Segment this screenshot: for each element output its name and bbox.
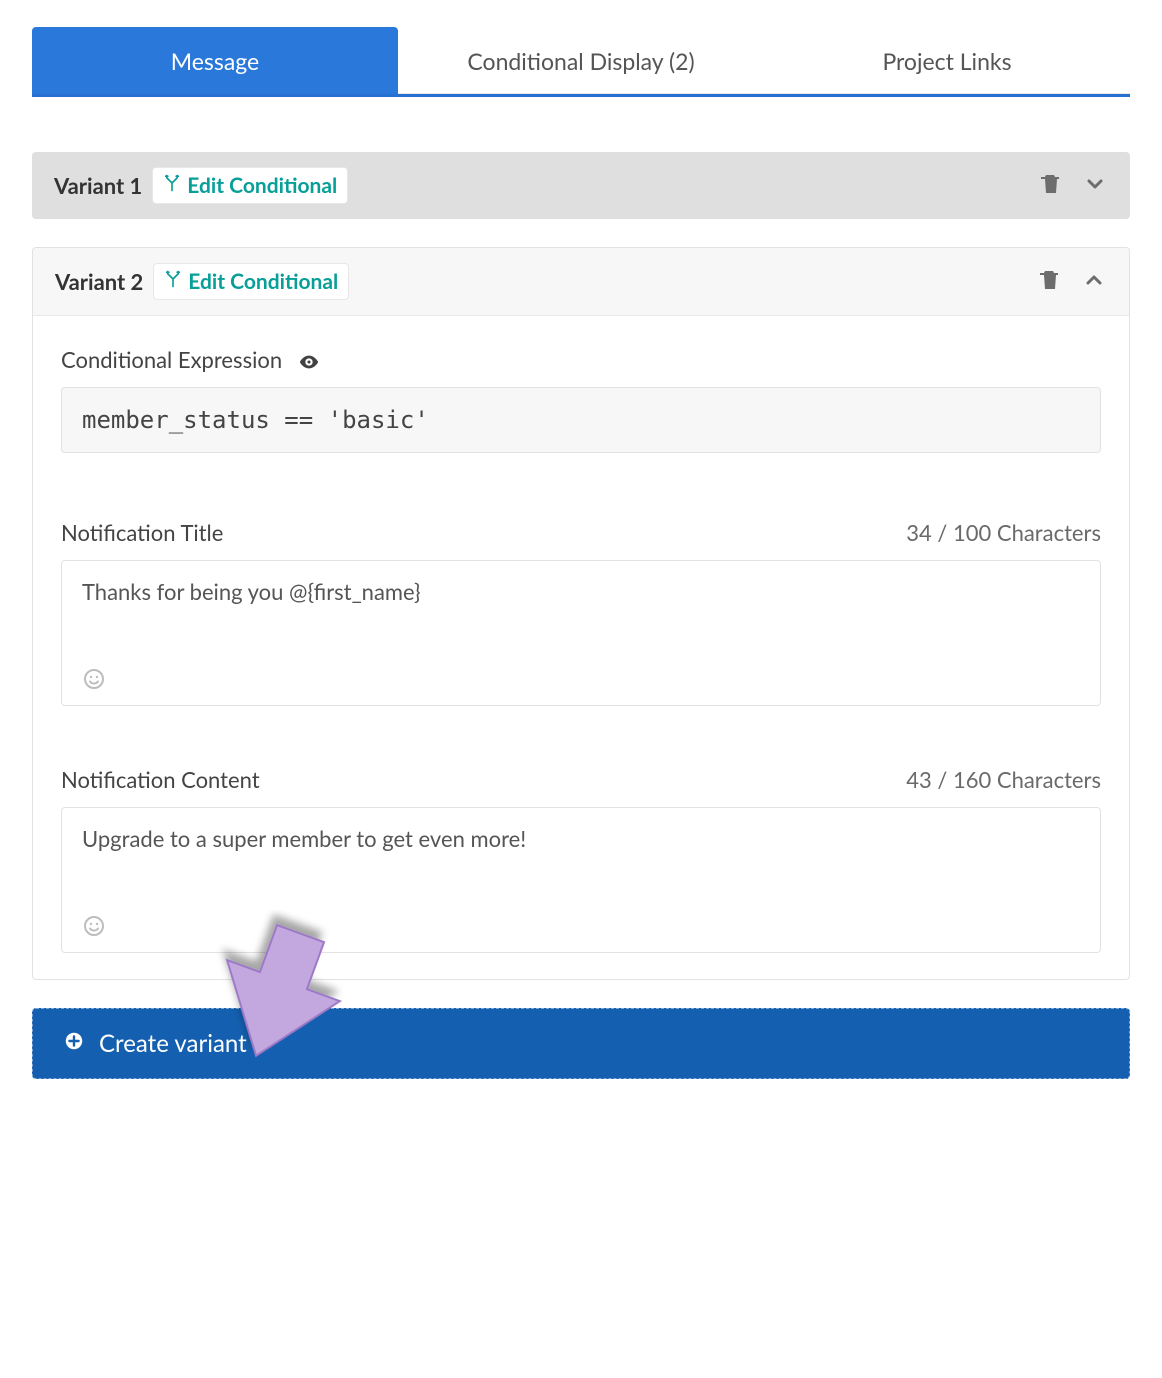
variant-2-body: Conditional Expression member_status == … bbox=[33, 316, 1129, 979]
eye-icon[interactable] bbox=[298, 346, 320, 373]
delete-variant-button[interactable] bbox=[1035, 267, 1065, 297]
conditional-expression-label-row: Conditional Expression bbox=[61, 346, 1101, 373]
edit-conditional-button[interactable]: Edit Conditional bbox=[153, 263, 349, 300]
smile-icon bbox=[82, 923, 106, 942]
tab-bar: Message Conditional Display (2) Project … bbox=[32, 27, 1130, 97]
notification-content-value[interactable]: Upgrade to a super member to get even mo… bbox=[82, 824, 1080, 855]
tab-conditional-display[interactable]: Conditional Display (2) bbox=[398, 27, 764, 94]
trash-icon bbox=[1039, 172, 1063, 200]
delete-variant-button[interactable] bbox=[1036, 171, 1066, 201]
conditional-expression-label: Conditional Expression bbox=[61, 346, 282, 373]
edit-conditional-label: Edit Conditional bbox=[188, 269, 338, 294]
tab-project-links[interactable]: Project Links bbox=[764, 27, 1130, 94]
collapse-variant-button[interactable] bbox=[1079, 267, 1109, 297]
tab-message[interactable]: Message bbox=[32, 27, 398, 94]
emoji-picker-button[interactable] bbox=[82, 923, 106, 942]
variant-2-title: Variant 2 bbox=[55, 268, 143, 295]
emoji-picker-button[interactable] bbox=[82, 676, 106, 695]
variant-1-header: Variant 1 Edit Conditional bbox=[32, 152, 1130, 219]
notification-title-counter: 34 / 100 Characters bbox=[906, 519, 1101, 546]
notification-title-label-row: Notification Title 34 / 100 Characters bbox=[61, 519, 1101, 546]
branch-icon bbox=[163, 173, 181, 198]
chevron-up-icon bbox=[1082, 268, 1106, 296]
main-panel: Variant 1 Edit Conditional Variant 2 Edi… bbox=[0, 97, 1162, 1089]
variant-1-title: Variant 1 bbox=[54, 172, 142, 199]
plus-circle-icon bbox=[63, 1029, 85, 1058]
notification-content-label: Notification Content bbox=[61, 766, 260, 793]
notification-content-label-row: Notification Content 43 / 160 Characters bbox=[61, 766, 1101, 793]
notification-title-value[interactable]: Thanks for being you @{first_name} bbox=[82, 577, 1080, 608]
edit-conditional-label: Edit Conditional bbox=[187, 173, 337, 198]
edit-conditional-button[interactable]: Edit Conditional bbox=[152, 167, 348, 204]
notification-content-counter: 43 / 160 Characters bbox=[906, 766, 1101, 793]
branch-icon bbox=[164, 269, 182, 294]
notification-title-field[interactable]: Thanks for being you @{first_name} bbox=[61, 560, 1101, 706]
notification-content-field[interactable]: Upgrade to a super member to get even mo… bbox=[61, 807, 1101, 953]
expand-variant-button[interactable] bbox=[1080, 171, 1110, 201]
notification-title-label: Notification Title bbox=[61, 519, 223, 546]
create-variant-label: Create variant bbox=[99, 1029, 247, 1058]
chevron-down-icon bbox=[1083, 172, 1107, 200]
variant-2-card: Variant 2 Edit Conditional Conditional E… bbox=[32, 247, 1130, 980]
variant-2-header: Variant 2 Edit Conditional bbox=[33, 248, 1129, 316]
smile-icon bbox=[82, 676, 106, 695]
conditional-expression-value[interactable]: member_status == 'basic' bbox=[61, 387, 1101, 453]
create-variant-button[interactable]: Create variant bbox=[32, 1008, 1130, 1079]
trash-icon bbox=[1038, 268, 1062, 296]
